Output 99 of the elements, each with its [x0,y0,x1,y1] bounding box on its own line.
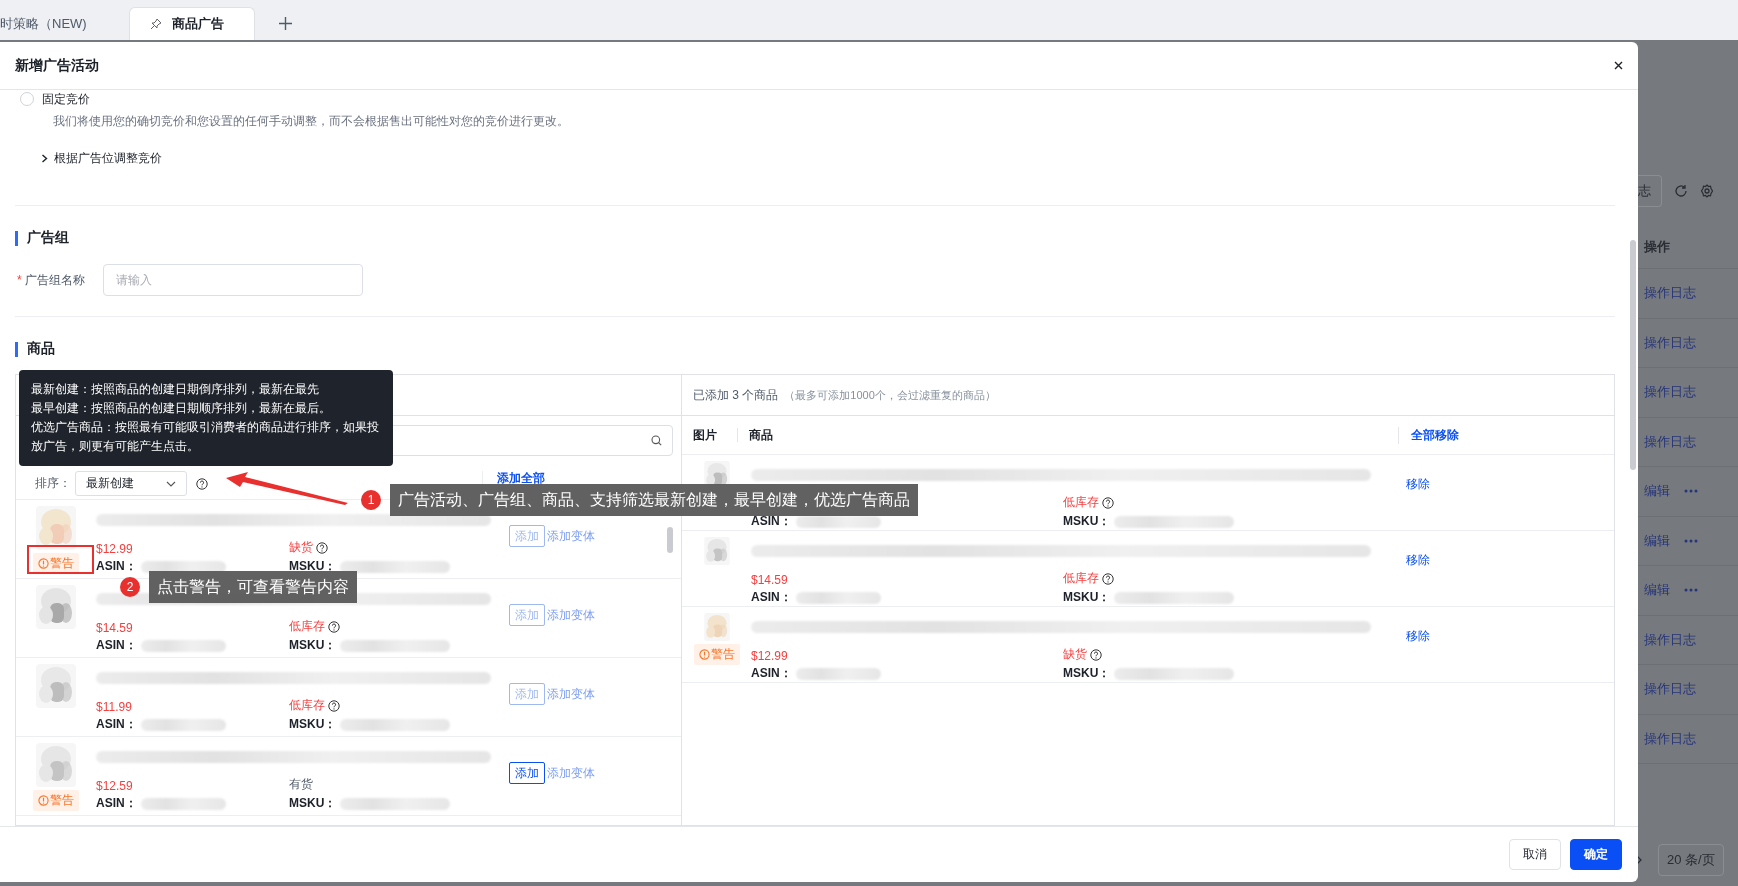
field-label: * 广告组名称 [17,271,86,289]
plus-icon [278,17,292,30]
radio-label: 固定竞价 [42,90,90,108]
price: $14.59 [96,621,134,635]
added-note: （最多可添加1000个，会过滤重复的商品） [784,387,996,403]
sort-tooltip: 最新创建：按照商品的创建日期倒序排列，最新在最先 最早创建：按照商品的创建日期顺序排列，最新在最后。 优选广告商品：按照最有可能吸引消费者的商品进行排序，如果投放广告，则更有可能产生点击。 [19,370,393,466]
pin-icon[interactable] [149,18,162,30]
column-header: 图片 [692,426,718,444]
sort-select[interactable]: 最新创建 [75,471,187,496]
section-marker [15,341,18,357]
section-title: 商品 [27,340,55,358]
price: $14.59 [751,573,789,587]
log-link[interactable]: 操作日志 [1644,729,1696,748]
remove-link[interactable]: 移除 [1406,476,1430,493]
caret-icon [166,480,176,487]
more-icon[interactable] [1684,538,1698,543]
warning-icon [38,795,49,806]
chevron-icon [41,154,48,163]
price: $11.99 [96,700,133,714]
warning-icon [38,558,49,569]
edit-link[interactable]: 编辑 [1644,482,1670,501]
scrollbar-thumb[interactable] [1630,240,1636,470]
placement-expander[interactable]: 根据广告位调整竞价 [41,150,1615,167]
remove-link[interactable]: 移除 [1406,628,1430,645]
stock-status: 缺货 [1063,646,1371,663]
asin-label: ASIN： [96,716,137,733]
log-link[interactable]: 操作日志 [1644,333,1696,352]
column-header: 商品 [748,426,774,444]
scrollbar-thumb[interactable] [667,527,673,553]
stock-status: 低库存 [1063,570,1371,587]
settings-icon[interactable] [1700,184,1714,198]
msku-label: MSKU： [1063,665,1111,682]
add-button[interactable]: 添加 [509,525,545,547]
asin-label: ASIN： [751,589,792,606]
asin-label: ASIN： [96,558,137,575]
log-link[interactable]: 操作日志 [1644,680,1696,699]
section-marker [15,230,18,246]
asin-label: ASIN： [751,665,792,682]
edit-link[interactable]: 编辑 [1644,581,1670,600]
input-field[interactable]: 请输入 [103,264,363,296]
price: $12.99 [751,649,789,663]
ok-button[interactable]: 确定 [1570,839,1622,870]
stock-status: 缺货 [289,539,491,556]
annotation-label: 点击警告，可查看警告内容 [149,571,357,603]
modal-title: 新增广告活动 [15,56,99,75]
add-button[interactable]: 添加 [509,762,545,784]
price: $12.99 [96,542,134,556]
log-link[interactable]: 操作日志 [1644,383,1696,402]
stock-help-icon[interactable] [1090,648,1102,661]
warning-icon [698,649,710,660]
option-description: 我们将使用您的确切竞价和您设置的任何手动调整，而不会根据售出可能性对您的竞价进行更改。 [53,113,570,130]
remove-all-link[interactable]: 全部移除 [1398,426,1459,444]
warning-tag[interactable]: 警告 [693,644,740,665]
close-icon[interactable] [1614,61,1623,70]
add-variant-link[interactable]: 添加变体 [547,764,595,782]
msku-label: MSKU： [1063,513,1111,530]
msku-label: MSKU： [1063,589,1111,606]
msku-label: MSKU： [289,795,337,812]
asin-label: ASIN： [751,513,792,530]
add-variant-link[interactable]: 添加变体 [547,606,595,624]
add-variant-link[interactable]: 添加变体 [547,685,595,703]
stock-help-icon[interactable] [1102,496,1114,509]
add-button[interactable]: 添加 [509,604,545,626]
warning-tag[interactable]: 警告 [33,790,79,811]
stock-status: 低库存 [289,697,491,714]
browser-tab[interactable]: 商品广告 [128,7,255,40]
add-variant-link[interactable]: 添加变体 [547,527,595,545]
warning-tag[interactable]: 警告 [33,553,79,574]
stock-help-icon[interactable] [316,541,328,554]
stock-status: 低库存 [1063,494,1371,511]
annotation-label: 广告活动、广告组、商品、支持筛选最新创建，最早创建，优选广告商品 [390,484,918,516]
more-icon[interactable] [1684,489,1698,494]
asin-label: ASIN： [96,795,137,812]
section-title: 广告组 [27,229,69,247]
refresh-icon[interactable] [1674,184,1688,198]
add-button[interactable]: 添加 [509,683,545,705]
asin-label: ASIN： [96,637,137,654]
stock-help-icon[interactable] [328,699,340,712]
stock-status: 有货 [289,776,314,793]
stock-status: 低库存 [289,618,491,635]
cancel-button[interactable]: 取消 [1509,839,1561,870]
highlight-frame [27,545,94,574]
search-icon [651,435,662,446]
price: $12.59 [96,779,134,793]
log-link[interactable]: 操作日志 [1644,630,1696,649]
stock-help-icon[interactable] [1102,572,1114,585]
msku-label: MSKU： [289,637,337,654]
edit-link[interactable]: 编辑 [1644,531,1670,550]
log-link[interactable]: 操作日志 [1644,284,1696,303]
msku-label: MSKU： [289,716,337,733]
sort-label: 排序： [35,475,71,492]
more-icon[interactable] [1684,588,1698,593]
help-icon[interactable] [196,477,208,490]
added-count: 已添加 3 个商品 [693,386,779,404]
log-link[interactable]: 操作日志 [1644,432,1696,451]
page-size-select[interactable]: 20 条/页 [1658,844,1724,876]
stock-help-icon[interactable] [328,620,340,633]
remove-link[interactable]: 移除 [1406,552,1430,569]
browser-tab[interactable]: 时策略（NEW) [0,7,129,40]
